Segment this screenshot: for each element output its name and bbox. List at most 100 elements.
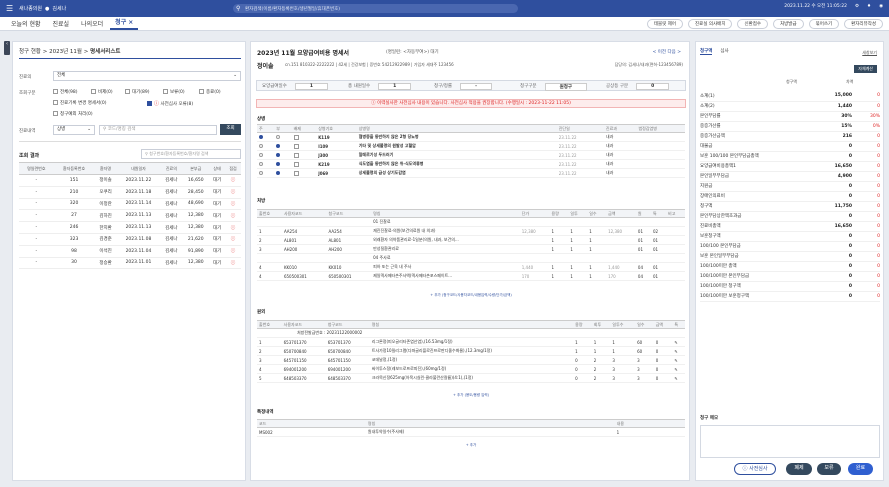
col-header[interactable]: 환자명	[94, 162, 117, 175]
sub-radio[interactable]	[276, 143, 281, 148]
check-exempt[interactable]: 비제(0)	[91, 89, 113, 95]
proc-row[interactable]: 1 AA254 AA254 재진진찰료-의원(보건의료원 내 의과) 12,380 1 1 1…	[257, 226, 685, 236]
exclude-checkbox[interactable]	[293, 134, 299, 140]
prescription-button[interactable]: 처방발급	[773, 19, 804, 29]
tab-clinic[interactable]: 진료실	[48, 17, 75, 30]
disease-row[interactable]: J300 알레르기성 두드러기 23.11.22 내과	[257, 150, 685, 160]
exclude-checkbox[interactable]	[293, 152, 299, 158]
tablet-control-button[interactable]: 테블릿 제어	[646, 19, 684, 29]
table-row[interactable]: -27 김하진 2023.11.13 김세나 12,380 대기 ⓘ	[19, 209, 241, 223]
check-all[interactable]: 전체(98)	[53, 89, 78, 95]
proc-row[interactable]: 2 AL801 AL801 외래환자 의약품관리료-1일분(의원, 내과, 보건의..…	[257, 235, 685, 245]
bundle-button[interactable]: 묶어쓰기	[808, 19, 840, 29]
search-button[interactable]: 조회	[220, 124, 241, 135]
col-header[interactable]: 명일련번호	[19, 162, 54, 175]
sub-radio[interactable]	[276, 161, 281, 166]
presc-row[interactable]: 4 694001200 694001200 싸이투스정(레보드로프로피진),(60mg…	[257, 364, 685, 374]
main-radio[interactable]	[259, 143, 263, 148]
doctor-assign-button[interactable]: 진료실 의사배치	[688, 19, 733, 29]
presc-add-button[interactable]: + 추가 (용도/용량 입력)	[257, 393, 685, 398]
table-row[interactable]: -30 정승환 2023.11.01 김세나 12,380 대기 ⓘ	[19, 257, 241, 270]
sub-radio[interactable]	[276, 134, 281, 139]
edit-icon[interactable]: ✎	[672, 373, 685, 383]
code-search-input[interactable]: ⚲ 코드/명칭 검색	[99, 125, 217, 135]
tab-today[interactable]: 오늘의 현황	[6, 17, 46, 30]
check-exception[interactable]: 청구예외 처리(0)	[53, 111, 93, 117]
exclude-checkbox[interactable]	[293, 143, 299, 149]
special-add-button[interactable]: + 추가	[257, 443, 685, 448]
special-row[interactable]: MS002 원내투약일수(주사제) 1	[257, 427, 685, 437]
collapse-sidebar-icon[interactable]: ‹	[4, 41, 10, 55]
table-row[interactable]: -320 이정란 2023.11.14 김세나 48,690 대기 ⓘ	[19, 198, 241, 211]
edit-icon[interactable]: ✎	[672, 355, 685, 365]
disease-row[interactable]: I109 기타 및 상세불명의 원발성 고혈압 23.11.22 내과	[257, 141, 685, 151]
presc-row[interactable]: 5 648503370 648503370 크라목신정625mg(아목시실린·클라불란…	[257, 373, 685, 383]
tab-review[interactable]: 심사	[720, 48, 728, 55]
main-radio[interactable]	[259, 170, 263, 175]
check-precheck-error[interactable]: ⓘ 사전심사 오류(8)	[147, 100, 193, 107]
info-value[interactable]: 0	[636, 83, 670, 90]
col-header[interactable]: 상태	[209, 162, 226, 175]
disease-row[interactable]: K219 식도염을 동반하지 않은 위-식도역류병 23.11.22 내과	[257, 159, 685, 169]
presc-row[interactable]: 3 645701150 645701150 코데날정,(1정) 0 2 3 3 0 ✎	[257, 355, 685, 365]
disease-row[interactable]: J069 상세불명의 급성 상기도감염 23.11.22 내과	[257, 168, 685, 178]
precheck-button[interactable]: ⓘ 사전심사	[734, 463, 776, 475]
col-header[interactable]: 진료의	[160, 162, 183, 175]
main-radio[interactable]	[259, 134, 263, 139]
sub-radio[interactable]	[276, 152, 281, 157]
col-header[interactable]: 점검	[225, 162, 241, 175]
edit-icon[interactable]: ✎	[672, 346, 685, 356]
sub-radio[interactable]	[276, 170, 281, 175]
presc-row[interactable]: 2 650700840 650700840 트사가정10밀리그램(다파글리플로진프로판…	[257, 346, 685, 356]
check-waiting[interactable]: 대기(89)	[125, 89, 150, 95]
doctor-select[interactable]: 전체 ⌄	[53, 71, 241, 81]
edit-icon[interactable]: ✎	[672, 364, 685, 374]
info-value[interactable]: -	[460, 83, 492, 90]
patient-search-input[interactable]: ⚲ 환자검색(이름/환자등록번호/생년월일/휴대폰번호)	[233, 4, 518, 13]
table-row[interactable]: -323 김경준 2023.11.08 김세나 21,620 대기 ⓘ	[19, 233, 241, 246]
tab-claim[interactable]: 청구 ×	[110, 15, 139, 30]
new-window-link[interactable]: 새창보기	[862, 50, 877, 56]
col-header[interactable]: 환자등록번호	[53, 162, 95, 175]
table-row[interactable]: -151 정이솔 2023.11.22 김세나 16,650 대기 ⓘ	[19, 174, 241, 187]
account-icon[interactable]: ◉	[879, 4, 883, 9]
info-value[interactable]: 원청구	[544, 83, 587, 91]
info-value[interactable]: 1	[294, 83, 328, 90]
complete-button[interactable]: 완료	[848, 463, 873, 475]
exclude-checkbox[interactable]	[293, 161, 299, 167]
check-hold[interactable]: 보류(0)	[163, 89, 185, 95]
check-changed[interactable]: 진료기록 변경 명세서(0)	[53, 100, 107, 106]
col-header[interactable]: 본부금	[182, 162, 210, 175]
proc-row[interactable]: 04 주사료	[257, 253, 685, 263]
main-radio[interactable]	[259, 152, 263, 157]
edit-icon[interactable]: ✎	[672, 337, 685, 347]
tab-amount[interactable]: 청구액	[700, 48, 713, 55]
main-radio[interactable]	[259, 161, 263, 166]
proc-row[interactable]: 3 AH200 AH200 만성질환관리료 1 1 1 01 01	[257, 244, 685, 254]
tab-myorder[interactable]: 나의오더	[76, 17, 108, 30]
settings-icon[interactable]: ⚙	[855, 4, 859, 9]
proc-row[interactable]: 4 KK010 KK010 피하 또는 근육 내 주사 1,440 1 1 1 1,440 04 0…	[257, 262, 685, 272]
result-search-input[interactable]: ⚲ 청구번호/환자등록번호/환자명 검색	[141, 149, 241, 159]
presc-row[interactable]: 1 653701370 653701370 리그론정(피오글리타존염산염),(16.5…	[257, 337, 685, 347]
proc-row[interactable]: 4 650500301 650500301 제일덱사메타손주사액(덱사메타손포스페이트…	[257, 271, 685, 281]
delete-button[interactable]: 폐제	[786, 463, 812, 475]
memo-textarea[interactable]	[700, 425, 880, 458]
review-button[interactable]: 환자리뷰작성	[844, 19, 883, 29]
disease-row[interactable]: K119 협병증을 동반하지 않은 2형 당뇨병 23.11.22 내과	[257, 132, 685, 142]
proc-row[interactable]: 01 진찰료	[257, 217, 685, 227]
table-row[interactable]: -246 한지환 2023.11.13 김세나 12,380 대기 ⓘ	[19, 221, 241, 234]
self-calc-button[interactable]: 자체계산	[854, 65, 877, 73]
exclude-checkbox[interactable]	[293, 170, 299, 176]
proc-add-button[interactable]: + 추가 (청구코드/사용자코드/내용입력/수량/단가/금액)	[257, 293, 685, 298]
new-patient-button[interactable]: 신환접수	[737, 19, 769, 29]
hold-button[interactable]: 보류	[817, 463, 841, 475]
info-value[interactable]: 1	[378, 83, 412, 90]
col-header[interactable]: 내원일자	[116, 162, 161, 175]
menu-icon[interactable]: ☰	[6, 4, 16, 13]
bell-icon[interactable]: ♦	[867, 4, 871, 9]
table-row[interactable]: -210 오쿠리 2023.11.18 김세나 28,450 대기 ⓘ	[19, 186, 241, 199]
prev-next-nav[interactable]: < 이전 다음 >	[653, 49, 681, 55]
table-row[interactable]: -98 이석진 2023.11.04 김세나 91,890 대기 ⓘ	[19, 245, 241, 258]
check-done[interactable]: 종료(0)	[199, 89, 221, 95]
